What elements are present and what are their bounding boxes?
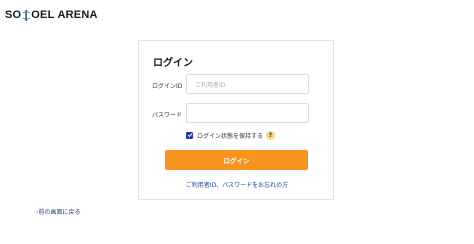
- logo-text-arena: ARENA: [57, 9, 98, 21]
- login-id-label: ログインID: [152, 83, 183, 90]
- password-label: パスワード: [152, 112, 183, 119]
- login-id-input[interactable]: ご利用者ID: [186, 74, 309, 94]
- forgot-credentials-link[interactable]: ご利用者ID、パスワードをお忘れの方: [139, 180, 335, 189]
- back-link[interactable]: ‹前の画面に戻る: [36, 207, 80, 216]
- login-card: ログイン ログインID ご利用者ID パスワード ログイン状態を保持する ? ロ…: [138, 40, 334, 200]
- login-button[interactable]: ログイン: [165, 150, 308, 170]
- logo-text-so: SO: [5, 9, 22, 21]
- site-logo[interactable]: SO OEL ARENA: [5, 6, 98, 24]
- logo-mark-icon: [22, 9, 31, 21]
- login-title: ログイン: [153, 58, 193, 69]
- back-link-label: 前の画面に戻る: [38, 209, 81, 216]
- logo-text-oel: OEL: [31, 9, 55, 21]
- checkmark-icon: [187, 133, 192, 138]
- password-input[interactable]: [186, 103, 309, 123]
- remember-login[interactable]: ログイン状態を保持する ?: [186, 130, 276, 140]
- help-icon[interactable]: ?: [266, 130, 276, 140]
- login-id-placeholder: ご利用者ID: [195, 81, 226, 89]
- remember-label: ログイン状態を保持する: [197, 132, 264, 140]
- remember-checkbox[interactable]: [186, 131, 193, 139]
